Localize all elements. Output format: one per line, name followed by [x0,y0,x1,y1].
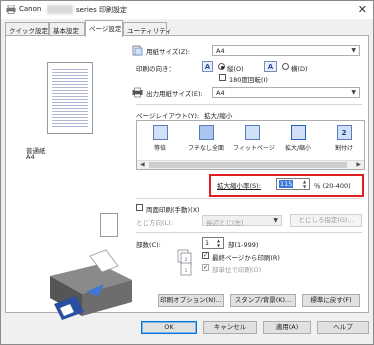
collate-checkbox[interactable]: ✓ [202,264,209,271]
landscape-radio[interactable] [282,63,289,70]
reverse-order-label: 最終ページから印刷(R) [212,254,280,262]
preview-paper-size: A4 [26,153,35,161]
printer-illustration-icon [50,249,132,320]
page-setup-panel: 普通紙 A4 用紙サイズ(Z): A4 ▼ 印刷の向き： A 縦(O) A 横(… [5,35,369,320]
chevron-down-icon: ▼ [273,217,278,224]
layout-item-label: 等倍 [153,145,166,152]
scroll-right-icon[interactable]: ▶ [356,161,361,168]
rotate-180-label: 180度回転(I) [229,76,268,84]
divider [136,104,362,105]
page-layout-current: 拡大/縮小 [204,112,233,120]
layout-scaled[interactable]: 拡大/縮小 [279,123,317,159]
window-title-suffix: series 印刷設定 [76,6,127,14]
paper-size-value: A4 [216,47,225,55]
layout-item-label: 割付け [334,145,353,152]
redacted-model-name [47,5,73,14]
orientation-label: 印刷の向き： [136,65,175,73]
output-paper-icon [132,87,143,98]
tab-page-setup[interactable]: ページ設定 [85,20,123,37]
spinner-arrows-icon[interactable]: ▲ ▼ [215,238,222,248]
scaling-input[interactable]: 115 ▲ ▼ [276,178,310,190]
page-preview [20,50,122,152]
scaling-value: 115 [279,180,294,188]
duplex-checkbox[interactable] [136,204,143,211]
binding-margin-button[interactable]: とじしろ指定(G)... [290,214,362,227]
svg-text:2: 2 [185,257,188,262]
fit-to-page-icon [244,125,260,140]
borderless-icon [198,125,214,140]
chevron-down-icon: ▼ [351,89,356,96]
reverse-order-checkbox[interactable]: ✓ [202,252,209,259]
normal-size-icon [152,125,168,140]
divider [136,198,362,199]
layout-normal-size[interactable]: 等倍 [141,123,179,159]
layout-item-label: 拡大/縮小 [284,145,312,152]
tab-maintenance[interactable]: ユーティリティ [123,22,172,36]
portrait-icon: A [202,61,213,72]
paper-size-icon [132,45,143,56]
window-title-prefix: Canon [19,5,42,13]
layout-item-label: フチなし全面 [187,145,224,152]
collate-label: 部単位で印刷(O) [212,266,262,274]
binding-label: とじ方向(L): [136,219,173,227]
scrollbar-thumb[interactable] [149,162,347,168]
divider [136,232,362,233]
scaling-unit: ％ (20-400) [314,182,351,190]
stamp-background-button[interactable]: スタンプ/背景(K)... [230,294,296,307]
collate-pages-icon: 2 1 [177,249,192,276]
binding-value: 長辺とじ(左) [206,219,244,227]
title-bar: Canon series 印刷設定 ✕ [1,1,373,19]
scaled-icon [290,125,306,140]
portrait-label: 縦(O) [227,65,244,73]
page-layout-list: 等倍 フチなし全面 フィットページ 拡大/縮小 2 割付け ◀ ▶ [136,120,365,170]
print-settings-window: Canon series 印刷設定 ✕ クイック設定 基本設定 ページ設定 ユー… [0,0,374,345]
apply-button[interactable]: 適用(A) [263,321,311,334]
rotate-180-checkbox[interactable] [219,74,226,81]
binding-select[interactable]: 長辺とじ(左) ▼ [202,215,282,227]
chevron-down-icon: ▼ [351,47,356,54]
landscape-label: 横(D) [291,65,308,73]
portrait-radio[interactable] [218,63,225,70]
preview-sheet [47,62,93,134]
copies-label: 部数(C): [136,241,161,249]
landscape-icon: A [264,61,277,72]
print-options-button[interactable]: 印刷オプション(N)... [158,294,224,307]
page-layout-icon: 2 [336,125,352,140]
paper-size-select[interactable]: A4 ▼ [212,45,360,56]
cancel-button[interactable]: キャンセル [203,321,257,334]
page-layout-label: ページレイアウト(Y): [136,112,200,120]
output-sheet-icon [100,213,118,237]
layout-borderless[interactable]: フチなし全面 [187,123,225,159]
defaults-button[interactable]: 標準に戻す(F) [302,294,360,307]
paper-size-label: 用紙サイズ(Z): [146,48,191,56]
copies-input[interactable]: 1 ▲ ▼ [202,237,224,249]
help-button[interactable]: ヘルプ [317,321,369,334]
scaling-label: 拡大縮小率(S): [217,182,261,190]
close-icon[interactable]: ✕ [358,3,367,16]
layout-item-label: フィットページ [233,145,275,152]
tab-main[interactable]: 基本設定 [49,22,85,36]
copies-value: 1 [205,239,210,247]
layout-page-layout[interactable]: 2 割付け [325,123,363,159]
tab-quick-setup[interactable]: クイック設定 [5,22,49,36]
output-size-label: 出力用紙サイズ(E): [146,90,203,98]
output-size-value: A4 [216,89,225,97]
svg-text:1: 1 [185,268,188,273]
printer-app-icon [6,5,16,14]
ok-button[interactable]: OK [141,321,197,334]
duplex-label: 両面印刷(手動)(X) [146,206,200,214]
layout-fit-to-page[interactable]: フィットページ [233,123,275,159]
spinner-arrows-icon[interactable]: ▲ ▼ [301,179,308,189]
layout-scrollbar[interactable]: ◀ ▶ [137,160,364,169]
output-size-select[interactable]: A4 ▼ [212,87,360,98]
copies-range: 部(1-999) [228,241,259,249]
scroll-left-icon[interactable]: ◀ [140,161,145,168]
